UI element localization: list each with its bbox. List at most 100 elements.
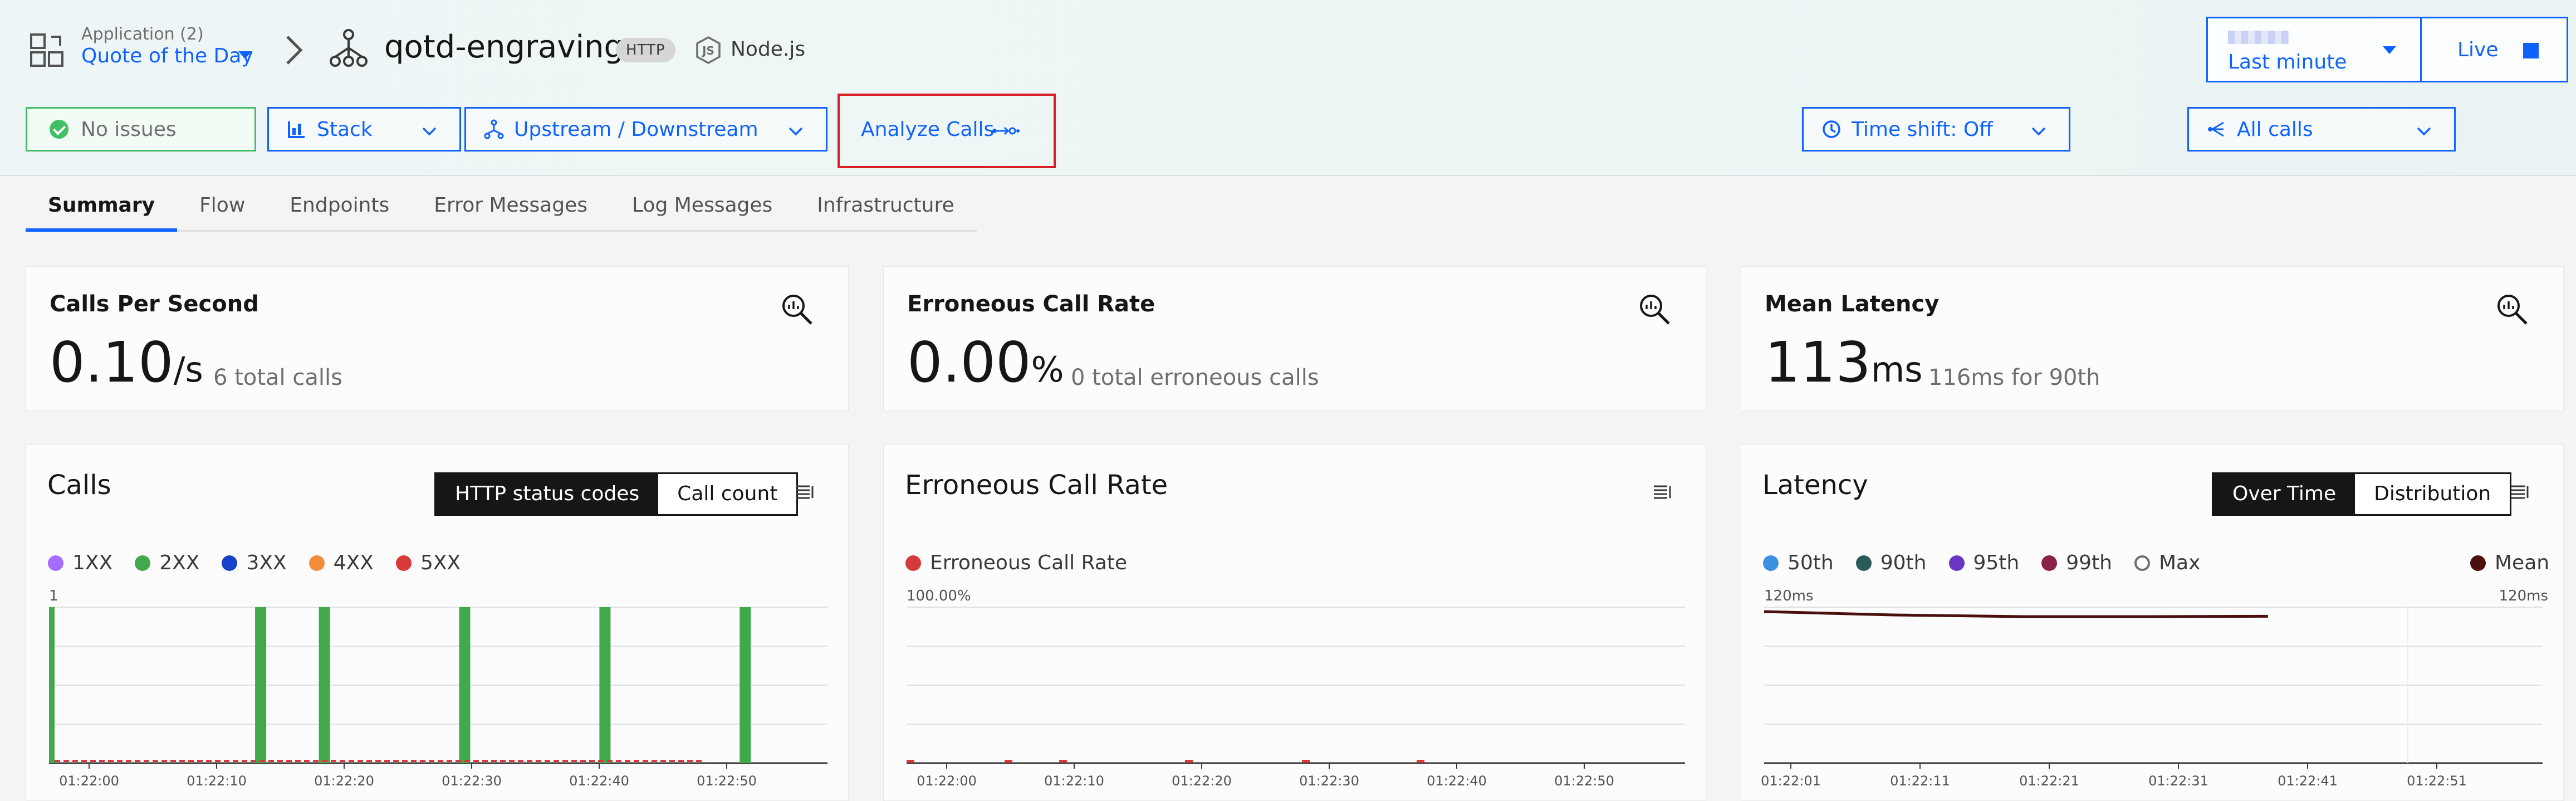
x-tick-label: 01:22:01 (1761, 773, 1821, 788)
time-range-label: Last minute (2228, 51, 2347, 74)
nodejs-icon: JS (696, 36, 721, 64)
live-toggle-button[interactable]: Live (2420, 17, 2568, 82)
error-rate-point (1417, 760, 1424, 763)
kpi-title: Erroneous Call Rate (907, 291, 1155, 317)
kpi-value: 113ms (1765, 330, 1923, 395)
all-calls-label: All calls (2237, 118, 2313, 141)
legend-item-99th[interactable]: 99th (2041, 551, 2112, 574)
toggle-http-status-codes[interactable]: HTTP status codes (436, 474, 659, 514)
time-range-dropdown[interactable]: Last minute (2206, 17, 2425, 82)
tab-log-messages[interactable]: Log Messages (610, 182, 795, 230)
error-rate-point (1185, 760, 1193, 763)
analyze-flow-icon (992, 126, 1020, 135)
error-legend: Erroneous Call Rate (905, 551, 1149, 574)
svg-text:JS: JS (701, 44, 714, 57)
x-tick-label: 01:22:31 (2148, 773, 2208, 788)
chart-menu-icon[interactable] (2510, 482, 2529, 501)
kpi-card-mean-latency: Mean Latency 113ms 116ms for 90th (1741, 266, 2564, 411)
error-rate-point (1302, 760, 1310, 763)
tab-error-messages[interactable]: Error Messages (412, 182, 610, 230)
erroneous-rate-chart: 100.00% 01:22:00 01:22:10 01:22:20 01:22:30 0… (907, 588, 1685, 788)
x-tick-label: 01:22:00 (917, 773, 977, 788)
stack-label: Stack (317, 118, 373, 141)
zoom-analyze-icon[interactable] (1637, 291, 1672, 327)
toggle-over-time[interactable]: Over Time (2213, 474, 2355, 514)
panel-title: Calls (47, 470, 111, 501)
latency-legend: 50th 90th 95th 99th Max (1763, 551, 2222, 574)
all-calls-dropdown[interactable]: All calls (2187, 107, 2456, 152)
legend-item-max[interactable]: Max (2134, 551, 2200, 574)
legend-item-5xx[interactable]: 5XX (395, 551, 461, 574)
legend-item-3xx[interactable]: 3XX (222, 551, 287, 574)
error-rate-point (1059, 760, 1067, 763)
legend-item-mean[interactable]: Mean (2470, 551, 2549, 574)
chevron-down-icon (422, 127, 437, 136)
kpi-value: 0.10/s (50, 330, 203, 395)
bar-2xx (255, 607, 267, 763)
legend-item-50th[interactable]: 50th (1763, 551, 1834, 574)
panel-title: Erroneous Call Rate (905, 470, 1168, 501)
calls-chart: 1 01:22:00 01:22:10 01:22:20 01:22:30 01:22:4… (49, 588, 827, 788)
zoom-analyze-icon[interactable] (779, 291, 815, 327)
legend-item-90th[interactable]: 90th (1855, 551, 1927, 574)
legend-item-1xx[interactable]: 1XX (48, 551, 112, 574)
y-tick-label: 100.00% (907, 588, 971, 604)
error-rate-point (1005, 760, 1012, 763)
legend-item-2xx[interactable]: 2XX (135, 551, 199, 574)
toggle-call-count[interactable]: Call count (658, 474, 797, 514)
x-tick-label: 01:22:50 (697, 773, 757, 788)
tab-summary[interactable]: Summary (26, 182, 178, 232)
call-filter-icon (2208, 121, 2224, 137)
x-tick-label: 01:22:30 (442, 773, 502, 788)
stack-chart-icon (288, 121, 305, 138)
topology-icon (484, 119, 504, 139)
x-tick-label: 01:22:20 (1172, 773, 1232, 788)
tab-infrastructure[interactable]: Infrastructure (795, 182, 976, 230)
time-range-preview (2228, 31, 2289, 44)
breadcrumb-chevron-icon (286, 36, 303, 65)
x-tick-label: 01:22:40 (569, 773, 629, 788)
upstream-downstream-label: Upstream / Downstream (514, 118, 758, 141)
time-shift-dropdown[interactable]: Time shift: Off (1802, 107, 2070, 152)
chevron-down-icon (2031, 127, 2046, 136)
application-caret-icon[interactable] (238, 51, 252, 59)
x-tick-label: 01:22:40 (1427, 773, 1487, 788)
analyze-calls-label[interactable]: Analyze Calls (861, 118, 994, 141)
bar-2xx (599, 607, 611, 763)
tab-bar: Summary Flow Endpoints Error Messages Lo… (26, 182, 977, 232)
application-selector[interactable]: Quote of the Day (81, 45, 253, 67)
chart-menu-icon[interactable] (1653, 482, 1672, 501)
service-icon (330, 29, 368, 67)
caret-down-icon (2383, 46, 2396, 54)
x-tick-label: 01:22:00 (59, 773, 119, 788)
clock-icon (1823, 120, 1840, 138)
error-rate-point (907, 760, 914, 763)
kpi-subtext: 6 total calls (213, 365, 342, 390)
kpi-title: Mean Latency (1765, 291, 1940, 317)
toggle-distribution[interactable]: Distribution (2355, 474, 2510, 514)
legend-item-erroneous-call-rate[interactable]: Erroneous Call Rate (905, 551, 1127, 574)
kpi-subtext: 0 total erroneous calls (1071, 365, 1319, 390)
stop-icon (2523, 43, 2539, 58)
calls-view-toggle: HTTP status codes Call count (434, 472, 799, 516)
legend-item-4xx[interactable]: 4XX (308, 551, 374, 574)
bar-2xx (319, 607, 330, 763)
kpi-value: 0.00% (907, 330, 1064, 395)
x-tick-label: 01:22:10 (187, 773, 247, 788)
tab-endpoints[interactable]: Endpoints (267, 182, 412, 230)
zoom-analyze-icon[interactable] (2494, 291, 2530, 327)
legend-item-95th[interactable]: 95th (1948, 551, 2019, 574)
tab-flow[interactable]: Flow (177, 182, 267, 230)
kpi-card-erroneous-call-rate: Erroneous Call Rate 0.00% 0 total errone… (883, 266, 1706, 411)
chart-menu-icon[interactable] (795, 482, 814, 501)
chevron-down-icon (2417, 127, 2431, 136)
protocol-tag: HTTP (616, 38, 675, 62)
x-tick-label: 01:22:30 (1299, 773, 1359, 788)
y-tick-label: 1 (49, 588, 58, 604)
stack-dropdown[interactable]: Stack (267, 107, 461, 152)
upstream-downstream-dropdown[interactable]: Upstream / Downstream (464, 107, 827, 152)
latency-mean-legend: Mean (2470, 551, 2549, 574)
bar-2xx (740, 607, 751, 763)
runtime-label: Node.js (731, 38, 806, 61)
health-status-badge[interactable]: No issues (26, 107, 256, 152)
